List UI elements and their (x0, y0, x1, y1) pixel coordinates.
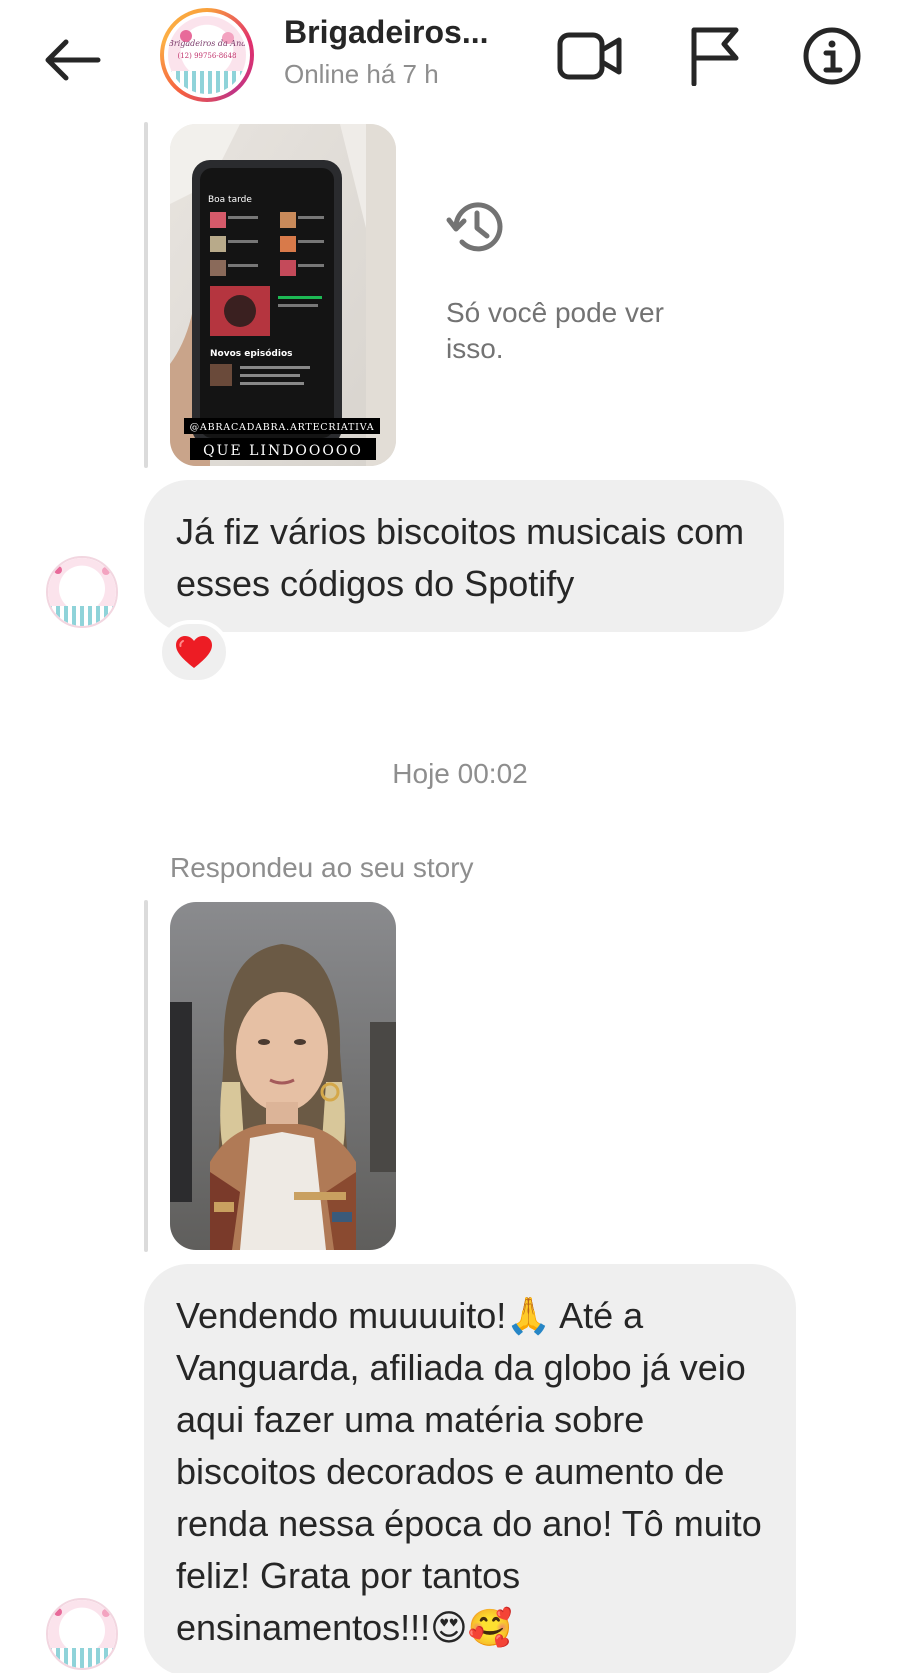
reply-indicator (144, 900, 148, 1252)
chat-header: Brigadeiros da Ana (12) 99756-8648 Briga… (0, 0, 920, 118)
sender-avatar[interactable] (46, 556, 118, 628)
info-icon (803, 27, 861, 85)
reply-indicator (144, 122, 148, 468)
story-thumbnail[interactable] (170, 902, 396, 1250)
story-thumbnail[interactable]: Boa tarde Novos episódios @ABRACADABRA.A… (170, 124, 396, 466)
replied-story-label: Respondeu ao seu story (170, 852, 474, 883)
flag-icon (691, 27, 739, 86)
message-bubble[interactable]: Já fiz vários biscoitos musicais com ess… (144, 480, 784, 632)
brand-logo (48, 1600, 116, 1668)
brand-logo: Brigadeiros da Ana (12) 99756-8648 (168, 16, 246, 94)
brand-logo (48, 558, 116, 626)
story-caption-text: QUE LINDOOOOO (203, 443, 363, 459)
back-button[interactable] (36, 24, 108, 96)
contact-info[interactable]: Brigadeiros... Online há 7 h (284, 14, 524, 90)
time-separator: Hoje 00:02 (392, 758, 528, 789)
heart-icon (176, 636, 212, 668)
arrow-left-icon (45, 39, 101, 81)
heart-reaction[interactable] (158, 620, 230, 684)
logo-phone: (12) 99756-8648 (177, 51, 237, 60)
story-screen-section: Novos episódios (210, 348, 293, 359)
contact-status: Online há 7 h (284, 59, 439, 89)
info-button[interactable] (794, 20, 870, 92)
private-notice: Só você pode ver isso. (446, 196, 676, 367)
video-call-button[interactable] (552, 20, 628, 92)
contact-name: Brigadeiros... (284, 14, 489, 50)
video-camera-icon (557, 32, 622, 80)
message-text: Vendendo muuuuito!🙏 Até a Vanguarda, afi… (176, 1295, 762, 1648)
story-screen-time: Boa tarde (208, 195, 252, 205)
story-preview-image (170, 902, 396, 1250)
story-preview-image: Boa tarde Novos episódios @ABRACADABRA.A… (170, 124, 396, 466)
story-caption-handle: @ABRACADABRA.ARTECRIATIVA (190, 422, 375, 433)
private-notice-text: Só você pode ver isso. (446, 297, 664, 364)
logo-text: Brigadeiros da Ana (168, 39, 246, 49)
report-button[interactable] (676, 20, 752, 92)
profile-avatar[interactable]: Brigadeiros da Ana (12) 99756-8648 (160, 8, 254, 102)
sender-avatar[interactable] (46, 1598, 118, 1670)
message-text: Já fiz vários biscoitos musicais com ess… (176, 511, 745, 604)
history-icon (446, 202, 503, 252)
message-bubble[interactable]: Vendendo muuuuito!🙏 Até a Vanguarda, afi… (144, 1264, 796, 1673)
